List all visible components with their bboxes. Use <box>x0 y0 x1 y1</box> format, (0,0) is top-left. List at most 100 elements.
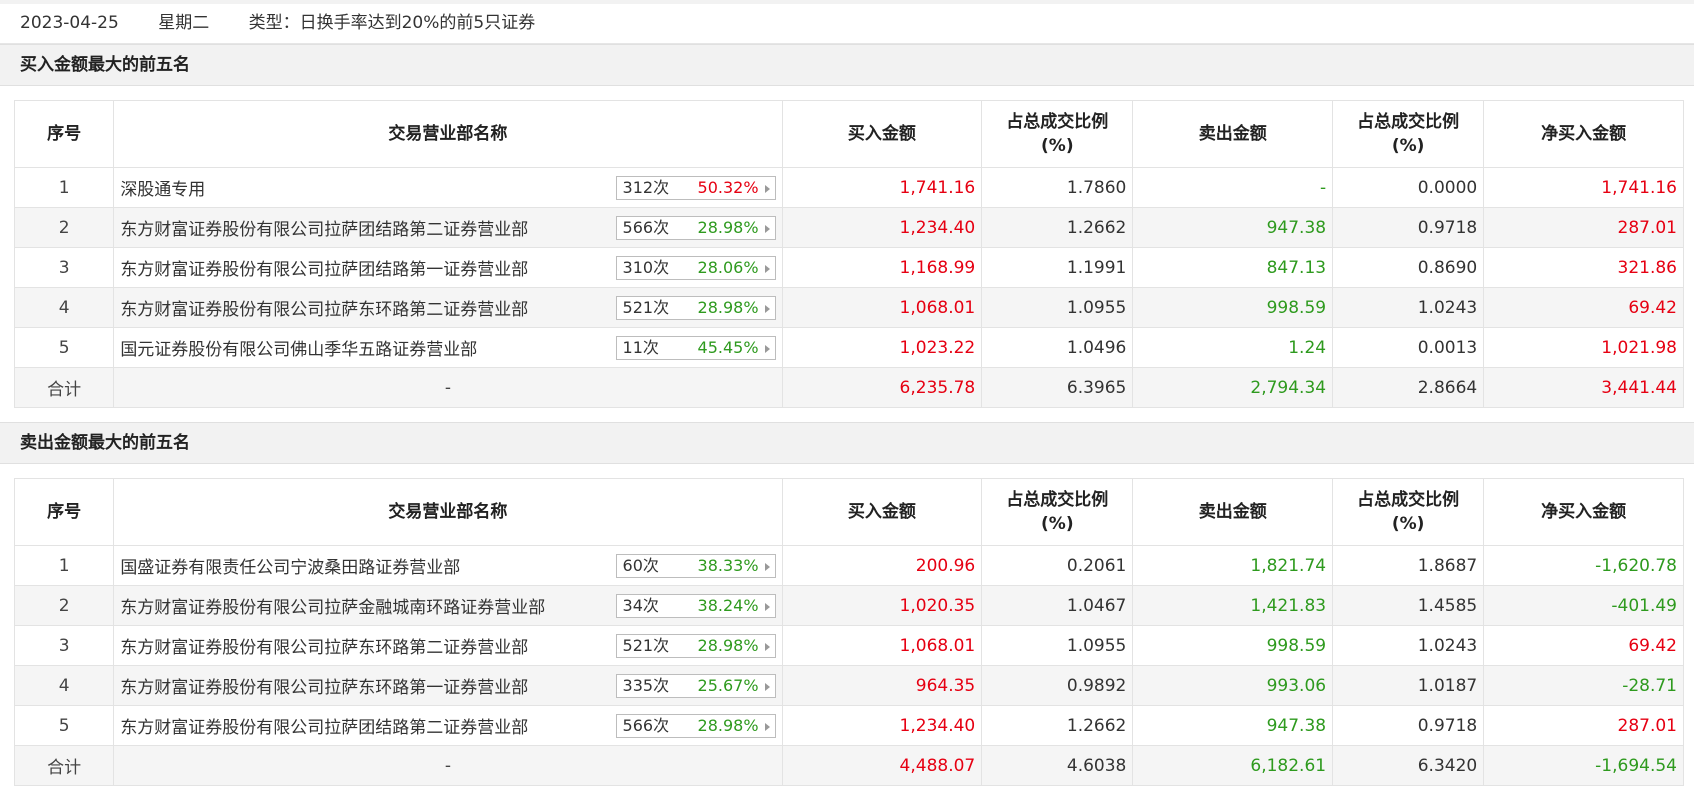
col-sell-ratio: 占总成交比例 (%) <box>1332 478 1485 546</box>
branch-name-link[interactable]: 东方财富证券股份有限公司拉萨团结路第二证券营业部 <box>120 718 528 738</box>
col-buy-ratio-line2: (%) <box>1041 514 1074 534</box>
sell-amount-cell: 1,421.83 <box>1132 585 1334 626</box>
branch-name-link[interactable]: 东方财富证券股份有限公司拉萨团结路第二证券营业部 <box>120 220 528 240</box>
total-sell-cell: 6,182.61 <box>1132 745 1334 786</box>
sell-ratio-cell: 0.0000 <box>1332 167 1485 208</box>
buy-amount-cell: 1,068.01 <box>781 287 983 328</box>
buy-amount-cell: 964.35 <box>781 665 983 706</box>
branch-name-link[interactable]: 国盛证券有限责任公司宁波桑田路证券营业部 <box>120 558 460 578</box>
buy-amount-cell: 1,234.40 <box>781 207 983 248</box>
date-text: 2023-04-25 <box>20 13 119 33</box>
seq-cell: 3 <box>13 625 115 666</box>
seq-cell: 4 <box>13 665 115 706</box>
branch-stats-badge[interactable]: 335次 25.67% <box>615 674 776 698</box>
info-bar: 2023-04-25 星期二 类型：日换手率达到20%的前5只证券 <box>0 4 1694 44</box>
caret-right-icon <box>764 185 770 193</box>
badge-pct: 28.98% <box>697 636 759 655</box>
net-amount-cell: -1,620.78 <box>1483 545 1684 586</box>
table-header-row: 序号 交易营业部名称 买入金额 占总成交比例 (%) 卖出金额 占总成交比例 (%)… <box>13 478 1684 546</box>
buy-ratio-cell: 0.9892 <box>981 665 1134 706</box>
table-row: 3 东方财富证券股份有限公司拉萨团结路第一证券营业部 310次 28.06% 1,168… <box>13 247 1684 288</box>
total-sell-cell: 2,794.34 <box>1132 367 1334 408</box>
sell-ratio-cell: 0.8690 <box>1332 247 1485 288</box>
branch-stats-badge[interactable]: 310次 28.06% <box>615 256 776 280</box>
net-amount-cell: 287.01 <box>1483 705 1684 746</box>
branch-name-link[interactable]: 深股通专用 <box>120 180 205 200</box>
branch-name-cell: 东方财富证券股份有限公司拉萨金融城南环路证券营业部 34次 38.24% <box>113 585 783 626</box>
branch-name-link[interactable]: 国元证券股份有限公司佛山季华五路证券营业部 <box>120 340 477 360</box>
badge-pct: 28.06% <box>697 258 759 277</box>
sell-ratio-cell: 1.0187 <box>1332 665 1485 706</box>
total-net-cell: -1,694.54 <box>1483 745 1684 786</box>
buy-amount-cell: 1,168.99 <box>781 247 983 288</box>
total-label-cell: 合计 <box>13 745 115 786</box>
badge-times: 60次 <box>622 556 659 575</box>
caret-right-icon <box>764 305 770 313</box>
col-buy: 买入金额 <box>781 100 983 168</box>
badge-pct: 50.32% <box>697 178 759 197</box>
buy-amount-cell: 1,741.16 <box>781 167 983 208</box>
net-amount-cell: 69.42 <box>1483 625 1684 666</box>
seq-cell: 3 <box>13 247 115 288</box>
branch-name-link[interactable]: 东方财富证券股份有限公司拉萨团结路第一证券营业部 <box>120 260 528 280</box>
total-buy-cell: 6,235.78 <box>781 367 983 408</box>
badge-times: 312次 <box>622 178 670 197</box>
table-row: 1 深股通专用 312次 50.32% 1,741.16 1.7860-0.0000 1,7… <box>13 167 1684 208</box>
branch-stats-badge[interactable]: 34次 38.24% <box>615 594 776 618</box>
net-amount-cell: 321.86 <box>1483 247 1684 288</box>
branch-stats-badge[interactable]: 566次 28.98% <box>615 216 776 240</box>
buy-ratio-cell: 1.0496 <box>981 327 1134 368</box>
col-sell-ratio-line2: (%) <box>1391 514 1425 534</box>
badge-times: 566次 <box>622 716 670 735</box>
net-amount-cell: -28.71 <box>1483 665 1684 706</box>
total-name-cell: - <box>113 745 783 786</box>
col-net: 净买入金额 <box>1483 100 1684 168</box>
total-name-cell: - <box>113 367 783 408</box>
table-row: 3 东方财富证券股份有限公司拉萨东环路第二证券营业部 521次 28.98% 1,068… <box>13 625 1684 666</box>
badge-times: 335次 <box>622 676 670 695</box>
col-buy-ratio: 占总成交比例 (%) <box>981 100 1134 168</box>
sell-ratio-cell: 1.0243 <box>1332 625 1485 666</box>
sell-ratio-cell: 0.9718 <box>1332 207 1485 248</box>
branch-stats-badge[interactable]: 521次 28.98% <box>615 296 776 320</box>
col-net: 净买入金额 <box>1483 478 1684 546</box>
branch-name-link[interactable]: 东方财富证券股份有限公司拉萨东环路第二证券营业部 <box>120 638 528 658</box>
branch-name-cell: 东方财富证券股份有限公司拉萨团结路第二证券营业部 566次 28.98% <box>113 207 783 248</box>
col-buy-ratio-line2: (%) <box>1041 136 1074 156</box>
branch-stats-badge[interactable]: 11次 45.45% <box>615 336 776 360</box>
col-seq: 序号 <box>13 478 115 546</box>
total-label-cell: 合计 <box>13 367 115 408</box>
table-header-row: 序号 交易营业部名称 买入金额 占总成交比例 (%) 卖出金额 占总成交比例 (%)… <box>13 100 1684 168</box>
col-buy: 买入金额 <box>781 478 983 546</box>
branch-stats-badge[interactable]: 566次 28.98% <box>615 714 776 738</box>
buy-amount-cell: 1,023.22 <box>781 327 983 368</box>
caret-right-icon <box>764 225 770 233</box>
branch-stats-badge[interactable]: 312次 50.32% <box>615 176 776 200</box>
buy-ratio-cell: 1.0955 <box>981 625 1134 666</box>
col-name: 交易营业部名称 <box>113 478 783 546</box>
seq-cell: 1 <box>13 545 115 586</box>
caret-right-icon <box>764 643 770 651</box>
branch-name-link[interactable]: 东方财富证券股份有限公司拉萨金融城南环路证券营业部 <box>120 598 545 618</box>
sell-amount-cell: 947.38 <box>1132 207 1334 248</box>
branch-name-link[interactable]: 东方财富证券股份有限公司拉萨东环路第一证券营业部 <box>120 678 528 698</box>
total-row: 合计 -4,488.07 4.6038 6,182.61 6.3420 -1,694.54 <box>13 745 1684 786</box>
total-sell-ratio-cell: 6.3420 <box>1332 745 1485 786</box>
col-buy-ratio: 占总成交比例 (%) <box>981 478 1134 546</box>
sell-top-table: 序号 交易营业部名称 买入金额 占总成交比例 (%) 卖出金额 占总成交比例 (%)… <box>13 478 1684 786</box>
badge-pct: 28.98% <box>697 298 759 317</box>
branch-name-link[interactable]: 东方财富证券股份有限公司拉萨东环路第二证券营业部 <box>120 300 528 320</box>
sell-amount-cell: - <box>1132 167 1334 208</box>
sell-top-section-title: 卖出金额最大的前五名 <box>0 422 1694 464</box>
seq-cell: 1 <box>13 167 115 208</box>
branch-stats-badge[interactable]: 60次 38.33% <box>615 554 776 578</box>
total-sell-ratio-cell: 2.8664 <box>1332 367 1485 408</box>
total-row: 合计 -6,235.78 6.3965 2,794.34 2.8664 3,441.44 <box>13 367 1684 408</box>
table-row: 5 国元证券股份有限公司佛山季华五路证券营业部 11次 45.45% 1,023.22 1… <box>13 327 1684 368</box>
sell-amount-cell: 847.13 <box>1132 247 1334 288</box>
branch-name-cell: 东方财富证券股份有限公司拉萨东环路第二证券营业部 521次 28.98% <box>113 287 783 328</box>
branch-stats-badge[interactable]: 521次 28.98% <box>615 634 776 658</box>
caret-right-icon <box>764 603 770 611</box>
badge-pct: 28.98% <box>697 716 759 735</box>
table-row: 1 国盛证券有限责任公司宁波桑田路证券营业部 60次 38.33% 200.96 0.20… <box>13 545 1684 586</box>
